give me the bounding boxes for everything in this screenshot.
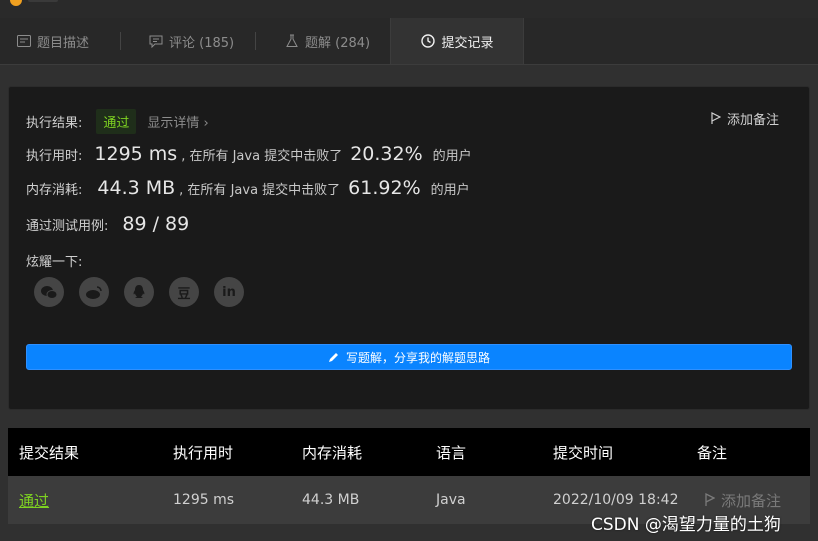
tab-solutions[interactable]: 题解 (284) (284, 18, 370, 64)
memory-suffix: 的用户 (430, 183, 470, 198)
row-add-note-button[interactable]: 添加备注 (705, 490, 781, 511)
tab-description[interactable]: 题目描述 (16, 18, 89, 64)
tab-label: 题解 (284) (305, 35, 371, 51)
tests-value: 89 / 89 (122, 213, 190, 235)
tab-comments[interactable]: 评论 (185) (148, 18, 234, 64)
result-row: 执行结果: 通过 显示详情 › (26, 109, 209, 134)
top-bar (0, 0, 818, 18)
runtime-suffix: 的用户 (432, 149, 472, 164)
flag-icon (711, 112, 721, 125)
memory-text: , 在所有 Java 提交中击败了 (179, 183, 341, 198)
pencil-icon (328, 351, 340, 363)
douban-icon[interactable]: 豆 (169, 277, 199, 307)
watermark: CSDN @渴望力量的土狗 (591, 515, 781, 535)
column-header: 语言 (436, 443, 467, 462)
memory-cell: 44.3 MB (302, 492, 360, 508)
tab-submissions[interactable]: 提交记录 (390, 18, 524, 64)
language-cell: Java (436, 492, 466, 508)
runtime-percent: 20.32% (350, 143, 423, 165)
flag-icon (705, 493, 715, 507)
share-label: 炫耀一下: (26, 255, 83, 270)
write-solution-label: 写题解，分享我的解题思路 (345, 350, 490, 365)
app-logo (10, 0, 22, 6)
flask-icon (284, 33, 300, 49)
result-label: 执行结果: (26, 116, 83, 131)
column-header: 执行用时 (173, 443, 234, 462)
tab-divider (255, 32, 256, 50)
memory-row: 内存消耗: 44.3 MB , 在所有 Java 提交中击败了 61.92% 的… (26, 177, 470, 199)
status-link[interactable]: 通过 (19, 490, 49, 511)
memory-percent: 61.92% (348, 177, 421, 199)
tab-bar: 题目描述 评论 (185) 题解 (284) 提交记录 (0, 18, 818, 65)
tab-label: 评论 (185) (169, 35, 235, 51)
table-header: 提交结果 执行用时 内存消耗 语言 提交时间 备注 (8, 428, 810, 476)
weibo-icon[interactable] (79, 277, 109, 307)
share-row: 炫耀一下: (26, 251, 82, 270)
submit-time-cell: 2022/10/09 18:42 (553, 492, 679, 508)
share-icons: 豆 in (34, 277, 259, 307)
memory-value: 44.3 MB (97, 177, 176, 199)
description-icon (16, 33, 32, 49)
memory-label: 内存消耗: (26, 183, 83, 198)
column-header: 提交结果 (19, 443, 80, 462)
wechat-icon[interactable] (34, 277, 64, 307)
tab-label: 题目描述 (37, 35, 90, 51)
comment-icon (148, 33, 164, 49)
linkedin-icon[interactable]: in (214, 277, 244, 307)
column-header: 备注 (697, 443, 728, 462)
column-header: 提交时间 (553, 443, 614, 462)
runtime-label: 执行用时: (26, 149, 83, 164)
write-solution-button[interactable]: 写题解，分享我的解题思路 (26, 344, 792, 370)
tests-row: 通过测试用例: 89 / 89 (26, 213, 189, 235)
result-card: 执行结果: 通过 显示详情 › 添加备注 执行用时: 1295 ms , 在所有… (8, 86, 810, 410)
row-add-note-label: 添加备注 (721, 491, 782, 510)
add-note-button[interactable]: 添加备注 (711, 109, 779, 128)
status-badge: 通过 (96, 109, 137, 134)
show-details-link[interactable]: 显示详情 › (147, 112, 208, 131)
runtime-cell: 1295 ms (173, 492, 235, 508)
column-header: 内存消耗 (302, 443, 363, 462)
qq-icon[interactable] (124, 277, 154, 307)
add-note-label: 添加备注 (726, 113, 779, 128)
runtime-text: , 在所有 Java 提交中击败了 (181, 149, 343, 164)
app-title-placeholder (28, 0, 58, 2)
runtime-row: 执行用时: 1295 ms , 在所有 Java 提交中击败了 20.32% 的… (26, 143, 472, 165)
tab-label: 提交记录 (441, 35, 494, 51)
clock-icon (420, 33, 436, 49)
tab-divider (120, 32, 121, 50)
runtime-value: 1295 ms (94, 143, 178, 165)
tests-label: 通过测试用例: (26, 219, 109, 234)
